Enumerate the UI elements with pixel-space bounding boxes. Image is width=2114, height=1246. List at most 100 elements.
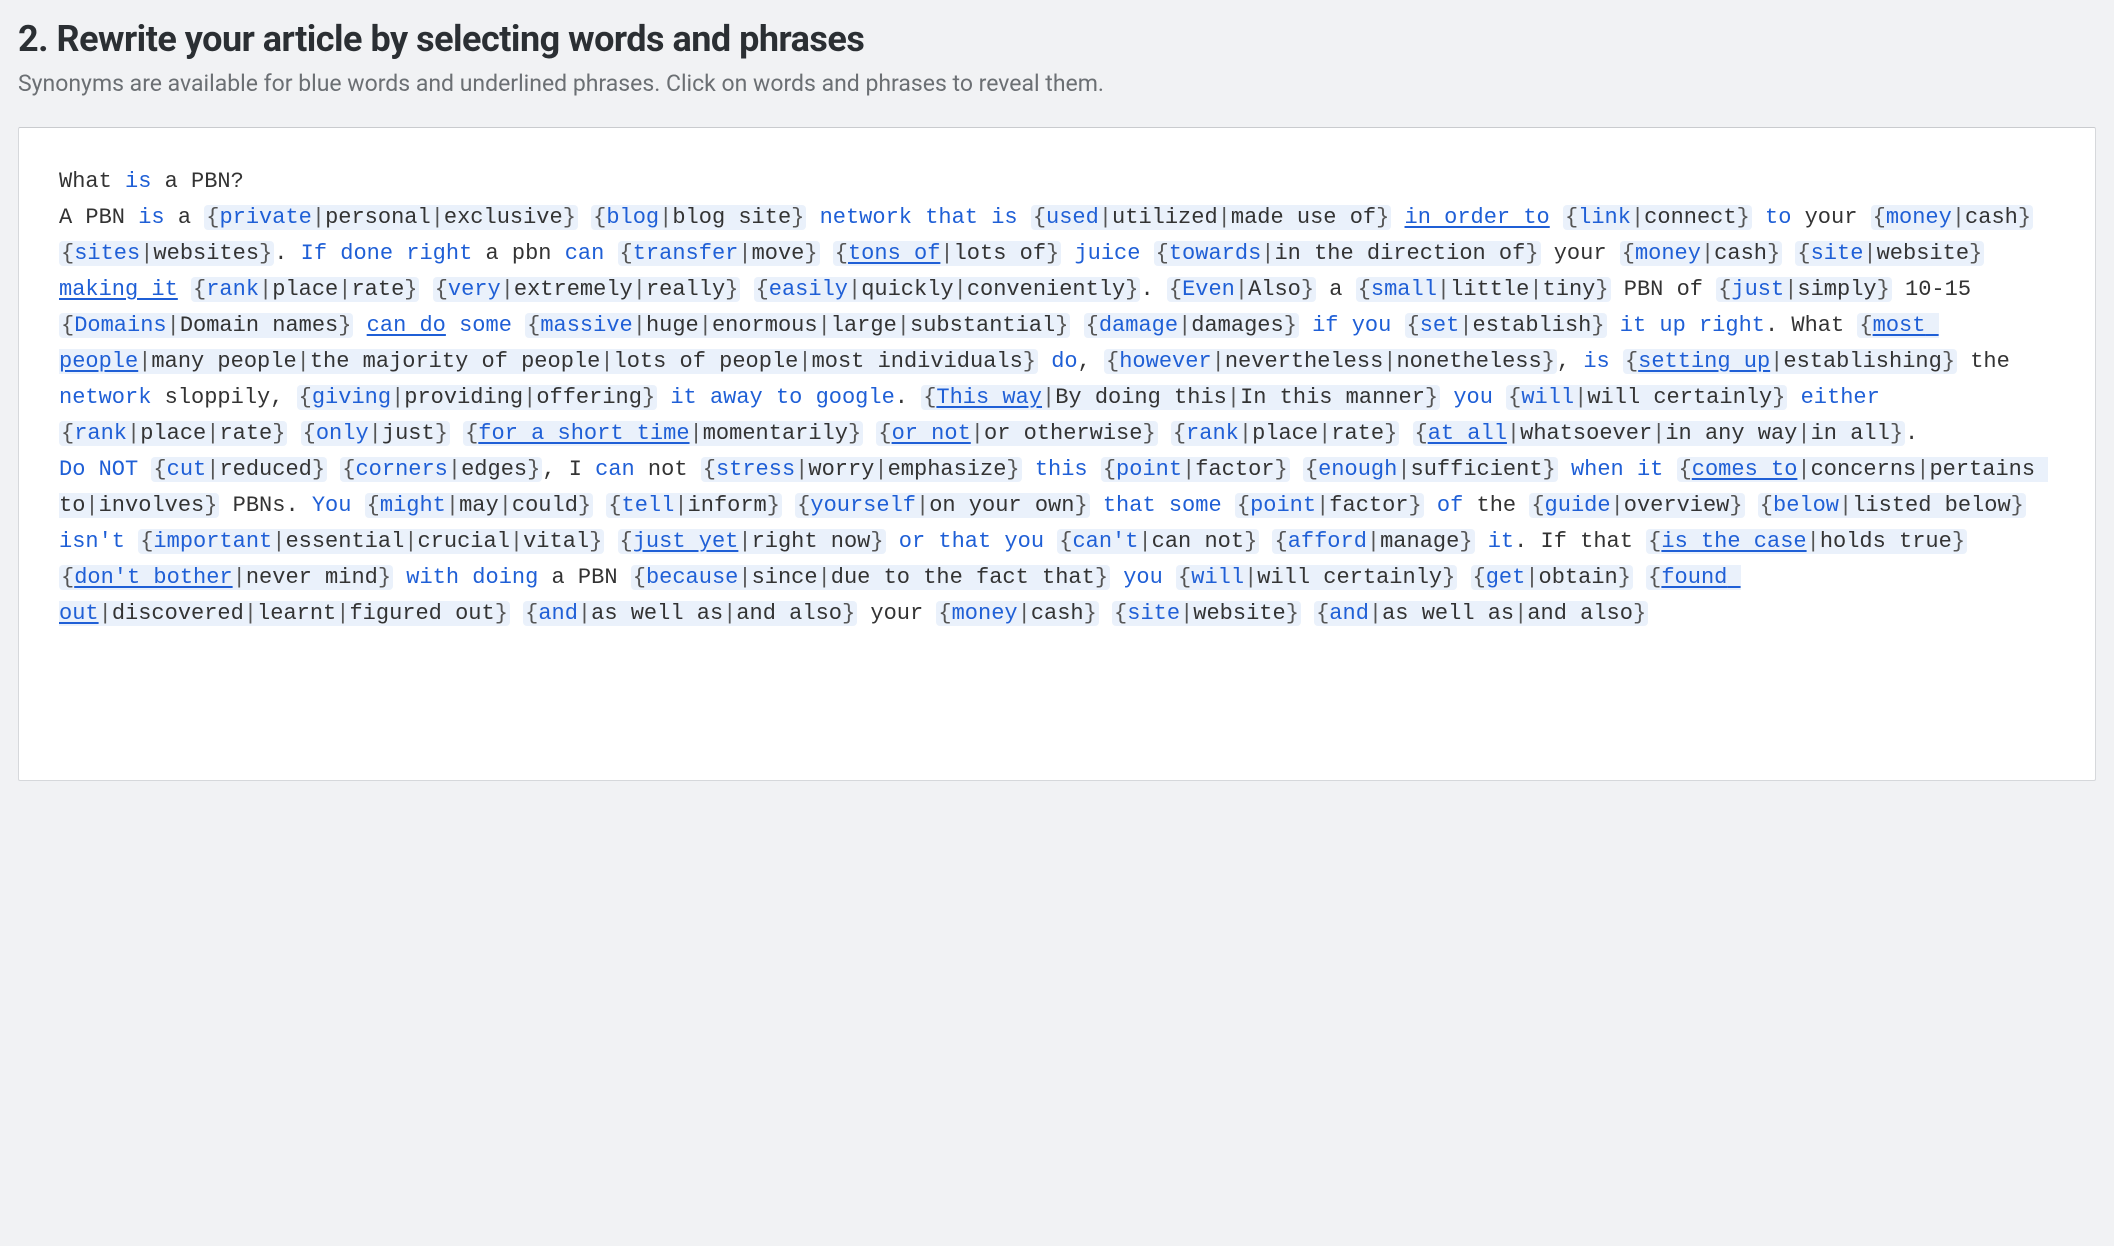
spintax-group[interactable]: {site|website} xyxy=(1795,241,1984,266)
spintax-default[interactable]: link xyxy=(1578,205,1631,230)
spintax-group[interactable]: {or not|or otherwise} xyxy=(876,421,1157,446)
spintax-group[interactable]: {rank|place|rate} xyxy=(59,421,287,446)
spintax-alt[interactable]: place xyxy=(1252,421,1318,446)
spintax-group[interactable]: {private|personal|exclusive} xyxy=(204,205,578,230)
synonym-word[interactable]: is xyxy=(125,169,151,194)
spintax-alt[interactable]: will certainly xyxy=(1257,565,1442,590)
spintax-alt[interactable]: factor xyxy=(1329,493,1408,518)
spintax-alt[interactable]: cash xyxy=(1965,205,2018,230)
spintax-default[interactable]: tell xyxy=(622,493,675,518)
spintax-group[interactable]: {blog|blog site} xyxy=(591,205,806,230)
spintax-default[interactable]: rank xyxy=(1186,421,1239,446)
spintax-group[interactable]: {however|nevertheless|nonetheless} xyxy=(1104,349,1557,374)
spintax-alt[interactable]: providing xyxy=(404,385,523,410)
spintax-group[interactable]: {can't|can not} xyxy=(1057,529,1259,554)
spintax-alt[interactable]: huge xyxy=(646,313,699,338)
spintax-group[interactable]: {giving|providing|offering} xyxy=(297,385,657,410)
spintax-group[interactable]: {money|cash} xyxy=(1871,205,2033,230)
spintax-default[interactable]: can't xyxy=(1072,529,1138,554)
spintax-alt[interactable]: listed below xyxy=(1852,493,2010,518)
synonym-word[interactable]: you xyxy=(1123,565,1163,590)
spintax-alt[interactable]: worry xyxy=(808,457,874,482)
synonym-word[interactable]: is xyxy=(1583,349,1609,374)
spintax-alt[interactable]: exclusive xyxy=(444,205,563,230)
synonym-word[interactable]: NOT xyxy=(99,457,139,482)
spintax-group[interactable]: {will|will certainly} xyxy=(1506,385,1787,410)
spintax-default[interactable]: yourself xyxy=(810,493,916,518)
spintax-group[interactable]: {just yet|right now} xyxy=(618,529,886,554)
spintax-alt[interactable]: offering xyxy=(536,385,642,410)
synonym-word[interactable]: when it xyxy=(1571,457,1663,482)
spintax-group[interactable]: {rank|place|rate} xyxy=(1171,421,1399,446)
synonym-word[interactable]: can xyxy=(595,457,635,482)
spintax-alt[interactable]: learnt xyxy=(257,601,336,626)
spintax-default[interactable]: however xyxy=(1119,349,1211,374)
spintax-alt[interactable]: blog site xyxy=(672,205,791,230)
synonym-word[interactable]: with doing xyxy=(406,565,538,590)
spintax-alt[interactable]: will certainly xyxy=(1587,385,1772,410)
spintax-default[interactable]: might xyxy=(380,493,446,518)
spintax-group[interactable]: {set|establish} xyxy=(1405,313,1607,338)
synonym-word[interactable]: if you xyxy=(1312,313,1391,338)
spintax-default[interactable]: money xyxy=(1886,205,1952,230)
spintax-alt[interactable]: discovered xyxy=(112,601,244,626)
editor-content[interactable]: What is a PBN?A PBN is a {private|person… xyxy=(59,164,2055,632)
spintax-default[interactable]: setting up xyxy=(1638,349,1770,374)
spintax-alt[interactable]: the majority of people xyxy=(310,349,600,374)
synonym-word[interactable]: up right xyxy=(1659,313,1765,338)
spintax-alt[interactable]: just xyxy=(382,421,435,446)
synonym-word[interactable]: do xyxy=(1051,349,1077,374)
spintax-group[interactable]: {very|extremely|really} xyxy=(433,277,741,302)
spintax-alt[interactable]: obtain xyxy=(1539,565,1618,590)
spintax-alt[interactable]: quickly xyxy=(861,277,953,302)
spintax-alt[interactable]: manage xyxy=(1380,529,1459,554)
synonym-word[interactable]: either xyxy=(1801,385,1880,410)
synonym-word[interactable]: or that you xyxy=(899,529,1044,554)
spintax-default[interactable]: very xyxy=(448,277,501,302)
spintax-group[interactable]: {point|factor} xyxy=(1101,457,1290,482)
spintax-alt[interactable]: substantial xyxy=(910,313,1055,338)
spintax-default[interactable]: towards xyxy=(1169,241,1261,266)
spintax-default[interactable]: stress xyxy=(716,457,795,482)
synonym-word[interactable]: network xyxy=(820,205,912,230)
spintax-alt[interactable]: utilized xyxy=(1112,205,1218,230)
spintax-default[interactable]: used xyxy=(1046,205,1099,230)
spintax-alt[interactable]: place xyxy=(272,277,338,302)
spintax-default[interactable]: and xyxy=(1329,601,1369,626)
synonym-word[interactable]: you xyxy=(1453,385,1493,410)
spintax-group[interactable]: {because|since|due to the fact that} xyxy=(631,565,1110,590)
spintax-group[interactable]: {and|as well as|and also} xyxy=(523,601,857,626)
spintax-alt[interactable]: since xyxy=(752,565,818,590)
spintax-default[interactable]: enough xyxy=(1318,457,1397,482)
spintax-default[interactable]: get xyxy=(1486,565,1526,590)
spintax-group[interactable]: {sites|websites} xyxy=(59,241,274,266)
spintax-default[interactable]: will xyxy=(1521,385,1574,410)
spintax-default[interactable]: rank xyxy=(206,277,259,302)
spintax-group[interactable]: {damage|damages} xyxy=(1084,313,1299,338)
spintax-alt[interactable]: Domain names xyxy=(180,313,338,338)
spintax-alt[interactable]: emphasize xyxy=(888,457,1007,482)
synonym-word[interactable]: some xyxy=(459,313,512,338)
spintax-default[interactable]: corners xyxy=(355,457,447,482)
spintax-group[interactable]: {Domains|Domain names} xyxy=(59,313,353,338)
spintax-default[interactable]: below xyxy=(1773,493,1839,518)
spintax-default[interactable]: point xyxy=(1116,457,1182,482)
spintax-group[interactable]: {point|factor} xyxy=(1235,493,1424,518)
spintax-group[interactable]: {will|will certainly} xyxy=(1176,565,1457,590)
spintax-group[interactable]: {stress|worry|emphasize} xyxy=(701,457,1022,482)
spintax-alt[interactable]: enormous xyxy=(712,313,818,338)
spintax-default[interactable]: and xyxy=(538,601,578,626)
spintax-group[interactable]: {setting up|establishing} xyxy=(1623,349,1957,374)
spintax-default[interactable]: tons of xyxy=(848,241,940,266)
spintax-default[interactable]: cut xyxy=(167,457,207,482)
spintax-alt[interactable]: in all xyxy=(1811,421,1890,446)
spintax-default[interactable]: sites xyxy=(74,241,140,266)
spintax-alt[interactable]: website xyxy=(1193,601,1285,626)
spintax-default[interactable]: transfer xyxy=(633,241,739,266)
spintax-default[interactable]: money xyxy=(952,601,1018,626)
spintax-alt[interactable]: establish xyxy=(1473,313,1592,338)
synonym-phrase[interactable]: in order to xyxy=(1405,205,1550,230)
spintax-default[interactable]: afford xyxy=(1288,529,1367,554)
spintax-group[interactable]: {just|simply} xyxy=(1716,277,1892,302)
spintax-alt[interactable]: as well as xyxy=(591,601,723,626)
